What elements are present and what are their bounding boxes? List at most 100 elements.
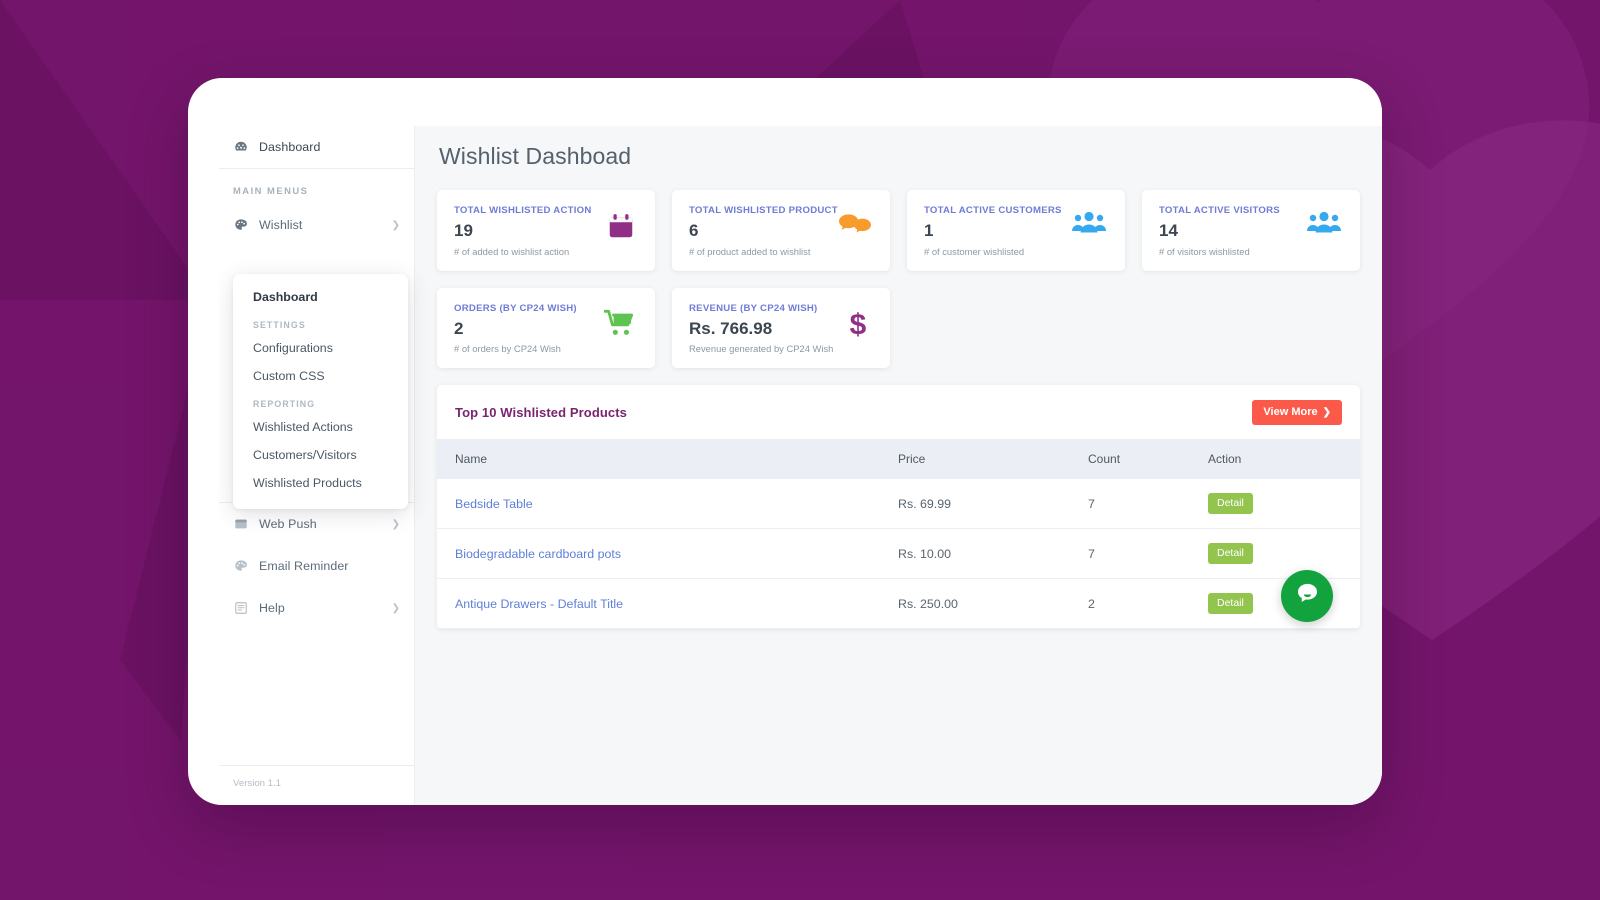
stat-card-orders: ORDERS (BY CP24 WISH) 2 # of orders by C…: [437, 287, 655, 369]
browser-top-bar: [219, 108, 1382, 126]
stat-cards-row-2: ORDERS (BY CP24 WISH) 2 # of orders by C…: [437, 287, 1360, 369]
stat-card-total-active-visitors: TOTAL ACTIVE VISITORS 14 # of visitors w…: [1142, 190, 1360, 271]
cell-name: Antique Drawers - Default Title: [437, 578, 880, 630]
sidebar-item-help[interactable]: Help ❯: [219, 587, 414, 629]
stat-card-total-active-customers: TOTAL ACTIVE CUSTOMERS 1 # of customer w…: [907, 190, 1125, 271]
stat-label: TOTAL ACTIVE VISITORS: [1159, 205, 1280, 216]
cell-name: Biodegradable cardboard pots: [437, 528, 880, 580]
submenu-item-wishlisted-products[interactable]: Wishlisted Products: [233, 469, 408, 497]
cell-name: Bedside Table: [437, 479, 880, 530]
svg-text:$: $: [850, 309, 867, 341]
device-frame: Dashboard MAIN MENUS Wishlist ❯ Dashboar…: [188, 78, 1382, 805]
cell-action: Detail: [1190, 479, 1360, 530]
sidebar: Dashboard MAIN MENUS Wishlist ❯ Dashboar…: [219, 126, 415, 805]
stat-sub: # of added to wishlist action: [454, 245, 570, 257]
chevron-right-icon: ❯: [391, 518, 400, 530]
stat-card-total-wishlisted-action: TOTAL WISHLISTED ACTION 19 # of added to…: [437, 190, 655, 271]
submenu-item-wishlisted-actions[interactable]: Wishlisted Actions: [233, 413, 408, 441]
dollar-sign-icon: $: [845, 303, 873, 341]
detail-button[interactable]: Detail: [1208, 543, 1253, 565]
users-icon: [1072, 205, 1108, 237]
submenu-item-customers-visitors[interactable]: Customers/Visitors: [233, 441, 408, 469]
chevron-right-icon: ❯: [391, 219, 400, 231]
top-products-panel: Top 10 Wishlisted Products View More ❯ N…: [437, 385, 1360, 630]
submenu-item-dashboard[interactable]: Dashboard: [233, 283, 408, 311]
cell-action: Detail: [1190, 528, 1360, 580]
device-screen: Dashboard MAIN MENUS Wishlist ❯ Dashboar…: [219, 108, 1382, 805]
cell-price: Rs. 250.00: [880, 578, 1070, 630]
stat-label: TOTAL WISHLISTED ACTION: [454, 205, 592, 216]
palette-icon: [233, 559, 248, 574]
cell-count: 2: [1070, 578, 1190, 630]
view-more-label: View More: [1263, 406, 1318, 419]
sidebar-item-web-push[interactable]: Web Push ❯: [219, 503, 414, 545]
stat-value: 6: [689, 221, 699, 240]
table-head: Name Price Count Action: [437, 439, 1360, 480]
stat-card-placeholder-2: [1142, 288, 1360, 369]
stat-text: TOTAL ACTIVE VISITORS 14 # of visitors w…: [1159, 205, 1280, 257]
stat-card-placeholder-1: [907, 288, 1125, 369]
sidebar-item-dashboard[interactable]: Dashboard: [219, 126, 414, 168]
main-content: Wishlist Dashboad TOTAL WISHLISTED ACTIO…: [415, 126, 1382, 805]
sidebar-item-dashboard-label: Dashboard: [259, 140, 321, 154]
cell-price: Rs. 10.00: [880, 528, 1070, 580]
version-label: Version 1.1: [219, 765, 414, 805]
panel-header: Top 10 Wishlisted Products View More ❯: [437, 385, 1360, 439]
stat-value: 1: [924, 221, 934, 240]
stat-label: REVENUE (BY CP24 WISH): [689, 302, 818, 314]
sidebar-item-email-reminder[interactable]: Email Reminder: [219, 545, 414, 587]
sidebar-item-web-push-label: Web Push: [259, 517, 317, 531]
cell-count: 7: [1070, 479, 1190, 530]
stat-card-total-wishlisted-product: TOTAL WISHLISTED PRODUCT 6 # of product …: [672, 190, 890, 271]
submenu-heading-settings: SETTINGS: [253, 320, 306, 330]
chat-widget-button[interactable]: [1281, 570, 1333, 622]
submenu-heading-reporting: REPORTING: [253, 399, 316, 409]
table-row: Bedside Table Rs. 69.99 7 Detail: [437, 479, 1360, 530]
product-link[interactable]: Bedside Table: [455, 497, 533, 511]
submenu-item-custom-css[interactable]: Custom CSS: [233, 362, 408, 390]
stat-sub: # of visitors wishlisted: [1159, 245, 1250, 257]
stat-label: TOTAL WISHLISTED PRODUCT: [689, 205, 838, 216]
sidebar-item-email-reminder-label: Email Reminder: [259, 559, 349, 573]
stat-text: REVENUE (BY CP24 WISH) Rs. 766.98 Revenu…: [689, 303, 833, 355]
stat-sub: # of product added to wishlist: [689, 245, 811, 257]
cell-price: Rs. 69.99: [880, 479, 1070, 530]
sidebar-item-wishlist-label: Wishlist: [259, 218, 303, 232]
stat-label: ORDERS (BY CP24 WISH): [454, 302, 577, 314]
stat-value: Rs. 766.98: [689, 318, 773, 338]
column-header-name: Name: [437, 439, 880, 480]
sidebar-section-heading: MAIN MENUS: [233, 185, 309, 196]
stat-text: ORDERS (BY CP24 WISH) 2 # of orders by C…: [454, 303, 577, 355]
stat-value: 2: [454, 318, 464, 338]
sidebar-item-wishlist[interactable]: Wishlist ❯: [219, 204, 414, 246]
detail-button[interactable]: Detail: [1208, 493, 1253, 515]
submenu-item-configurations[interactable]: Configurations: [233, 334, 408, 362]
stat-label: TOTAL ACTIVE CUSTOMERS: [924, 205, 1062, 216]
page-title: Wishlist Dashboad: [439, 143, 632, 169]
stat-sub: # of customer wishlisted: [924, 245, 1025, 257]
top-products-table: Name Price Count Action Bedside Table Rs…: [437, 439, 1360, 630]
view-more-button[interactable]: View More ❯: [1252, 400, 1342, 426]
shopping-cart-icon: [604, 303, 638, 337]
users-icon: [1307, 205, 1343, 237]
cell-count: 7: [1070, 528, 1190, 580]
sidebar-item-help-label: Help: [259, 601, 285, 615]
product-link[interactable]: Antique Drawers - Default Title: [455, 597, 623, 611]
chat-bubble-icon: [1294, 580, 1321, 612]
stat-card-revenue: REVENUE (BY CP24 WISH) Rs. 766.98 Revenu…: [672, 287, 890, 369]
detail-button[interactable]: Detail: [1208, 593, 1253, 615]
column-header-price: Price: [880, 439, 1070, 480]
column-header-count: Count: [1070, 439, 1190, 480]
chevron-right-icon: ❯: [391, 602, 400, 614]
stat-sub: Revenue generated by CP24 Wish: [689, 343, 834, 355]
cell-action: Detail: [1190, 578, 1360, 630]
calendar-icon: [606, 205, 638, 241]
stat-text: TOTAL ACTIVE CUSTOMERS 1 # of customer w…: [924, 205, 1062, 257]
product-link[interactable]: Biodegradable cardboard pots: [455, 547, 621, 561]
stat-text: TOTAL WISHLISTED ACTION 19 # of added to…: [454, 205, 592, 257]
stat-text: TOTAL WISHLISTED PRODUCT 6 # of product …: [689, 205, 838, 257]
chevron-right-icon: ❯: [1322, 406, 1331, 418]
chat-bubbles-icon: [839, 205, 873, 239]
table-body: Bedside Table Rs. 69.99 7 Detail Biodegr…: [437, 479, 1360, 630]
stat-value: 19: [454, 221, 473, 240]
